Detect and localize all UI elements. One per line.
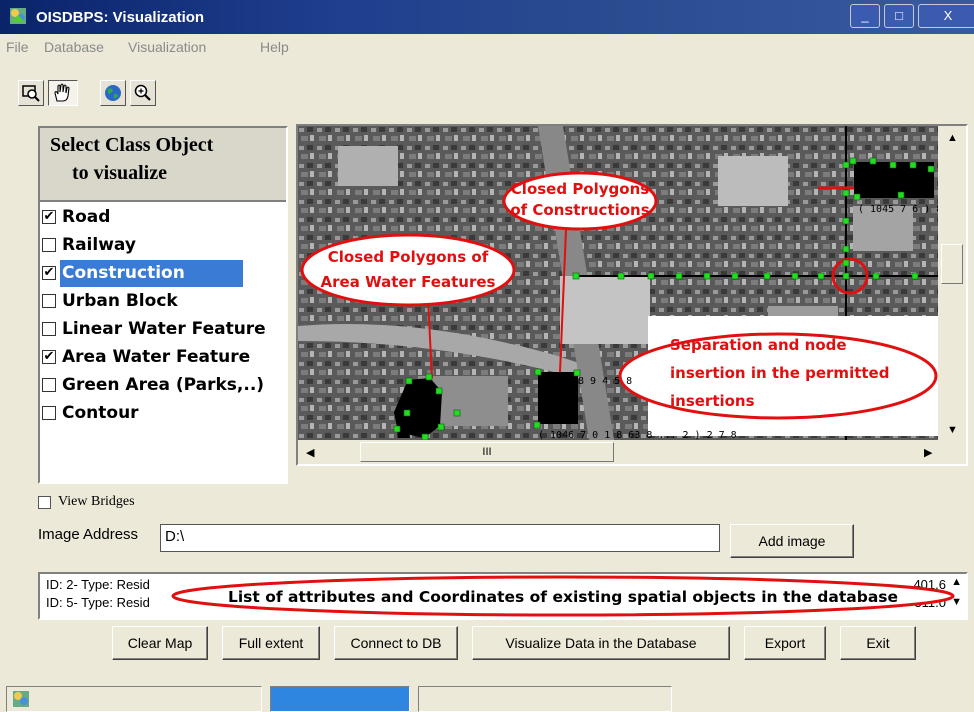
menu-file[interactable]: File bbox=[6, 39, 29, 55]
class-item-label: Contour bbox=[62, 403, 139, 423]
annotation-water-line2: Area Water Features bbox=[321, 273, 496, 291]
annotation-water-line1: Closed Polygons of bbox=[328, 248, 489, 266]
minimize-button[interactable]: _ bbox=[850, 4, 880, 28]
attribute-list[interactable]: ID: 2- Type: Resid ID: 5- Type: Resid 40… bbox=[38, 572, 968, 620]
checkbox[interactable] bbox=[42, 406, 56, 420]
add-image-button[interactable]: Add image bbox=[730, 524, 854, 558]
checkbox[interactable] bbox=[42, 378, 56, 392]
checkbox[interactable] bbox=[42, 322, 56, 336]
scrollbar-corner bbox=[938, 440, 966, 464]
application-window: OISDBPS: Visualization _ □ X File Databa… bbox=[0, 0, 974, 712]
view-bridges-option[interactable]: View Bridges bbox=[38, 494, 238, 512]
checkbox[interactable]: ✔ bbox=[42, 350, 56, 364]
image-address-input[interactable]: D:\ bbox=[160, 524, 720, 552]
annotation-constructions-line1: Closed Polygons bbox=[511, 180, 649, 198]
globe-tool[interactable] bbox=[100, 80, 126, 106]
image-address-label: Image Address bbox=[38, 526, 139, 543]
class-item-linear-water[interactable]: Linear Water Feature bbox=[42, 316, 284, 343]
zoom-in-icon bbox=[134, 84, 151, 101]
annotation-constructions-line2: of Constructions bbox=[510, 201, 649, 219]
attribute-row[interactable]: ID: 2- Type: Resid bbox=[46, 577, 150, 592]
menu-help[interactable]: Help bbox=[260, 39, 289, 55]
class-item-label: Urban Block bbox=[62, 291, 178, 311]
coordinate-label-mid: 8 9 4 5 8 bbox=[578, 376, 632, 387]
status-progress-panel bbox=[270, 686, 410, 712]
title-bar[interactable]: OISDBPS: Visualization _ □ X bbox=[0, 0, 974, 34]
horizontal-scroll-thumb[interactable]: III bbox=[360, 442, 614, 462]
globe-icon bbox=[105, 85, 121, 101]
checkbox[interactable]: ✔ bbox=[42, 266, 56, 280]
class-panel-heading-line2: to visualize bbox=[72, 162, 167, 184]
class-item-label: Linear Water Feature bbox=[62, 319, 266, 339]
annotation-separation-line1: Separation and node bbox=[670, 336, 847, 354]
class-item-label: Green Area (Parks,..) bbox=[62, 375, 265, 395]
class-item-label: Area Water Feature bbox=[62, 347, 251, 367]
annotation-separation-line2: insertion in the permitted bbox=[670, 364, 889, 382]
view-bridges-checkbox[interactable] bbox=[38, 496, 51, 509]
map-view[interactable]: Closed Polygons of Constructions Closed … bbox=[296, 124, 968, 466]
class-item-construction[interactable]: ✔ Construction bbox=[42, 260, 284, 287]
clear-map-button[interactable]: Clear Map bbox=[112, 626, 208, 660]
maximize-button[interactable]: □ bbox=[884, 4, 914, 28]
pan-hand-icon bbox=[54, 83, 70, 102]
zoom-window-icon bbox=[22, 85, 40, 102]
map-horizontal-scrollbar[interactable]: ◀ III ▶ bbox=[298, 440, 938, 464]
export-button[interactable]: Export bbox=[744, 626, 826, 660]
attribute-row[interactable]: ID: 5- Type: Resid bbox=[46, 595, 150, 610]
class-item-road[interactable]: ✔ Road bbox=[42, 204, 284, 231]
scroll-down-icon[interactable]: ▼ bbox=[947, 424, 958, 436]
window-title: OISDBPS: Visualization bbox=[36, 9, 205, 26]
zoom-in-tool[interactable] bbox=[130, 80, 156, 106]
class-item-area-water[interactable]: ✔ Area Water Feature bbox=[42, 344, 284, 371]
zoom-window-tool[interactable] bbox=[18, 80, 44, 106]
status-panel-1 bbox=[6, 686, 262, 712]
close-button[interactable]: X bbox=[918, 4, 974, 28]
scroll-left-icon[interactable]: ◀ bbox=[306, 446, 314, 459]
visualize-data-button[interactable]: Visualize Data in the Database bbox=[472, 626, 730, 660]
checkbox[interactable]: ✔ bbox=[42, 210, 56, 224]
class-panel-header: Select Class Object to visualize bbox=[40, 128, 286, 202]
app-icon bbox=[9, 7, 27, 25]
attribute-annotation: List of attributes and Coordinates of ex… bbox=[171, 575, 955, 617]
checkbox[interactable] bbox=[42, 294, 56, 308]
status-panel-3 bbox=[418, 686, 672, 712]
attribute-annotation-text: List of attributes and Coordinates of ex… bbox=[228, 588, 898, 606]
menu-bar: File Database Visualization Help bbox=[0, 34, 974, 60]
connect-db-button[interactable]: Connect to DB bbox=[334, 626, 458, 660]
map-vertical-scrollbar[interactable]: ▲ ▼ bbox=[938, 126, 966, 440]
full-extent-button[interactable]: Full extent bbox=[222, 626, 320, 660]
menu-visualization[interactable]: Visualization bbox=[128, 39, 206, 55]
vertical-scroll-thumb[interactable] bbox=[941, 244, 963, 284]
class-item-label: Road bbox=[62, 207, 111, 227]
scroll-up-icon[interactable]: ▲ bbox=[947, 132, 958, 144]
class-item-label: Railway bbox=[62, 235, 136, 255]
checkbox[interactable] bbox=[42, 238, 56, 252]
exit-button[interactable]: Exit bbox=[840, 626, 916, 660]
class-panel-heading-line1: Select Class Object bbox=[50, 134, 214, 156]
scroll-right-icon[interactable]: ▶ bbox=[924, 446, 932, 459]
class-item-label: Construction bbox=[60, 260, 243, 287]
annotation-separation-line3: insertions bbox=[670, 392, 755, 410]
toolbar bbox=[0, 60, 974, 118]
class-object-panel: Select Class Object to visualize ✔ Road R… bbox=[38, 126, 288, 484]
class-item-urban-block[interactable]: Urban Block bbox=[42, 288, 284, 315]
class-item-contour[interactable]: Contour bbox=[42, 400, 284, 427]
menu-database[interactable]: Database bbox=[44, 39, 104, 55]
aerial-image: Closed Polygons of Constructions Closed … bbox=[298, 126, 966, 464]
class-item-green-area[interactable]: Green Area (Parks,..) bbox=[42, 372, 284, 399]
class-item-railway[interactable]: Railway bbox=[42, 232, 284, 259]
view-bridges-label: View Bridges bbox=[58, 494, 135, 509]
pan-tool[interactable] bbox=[48, 80, 78, 106]
